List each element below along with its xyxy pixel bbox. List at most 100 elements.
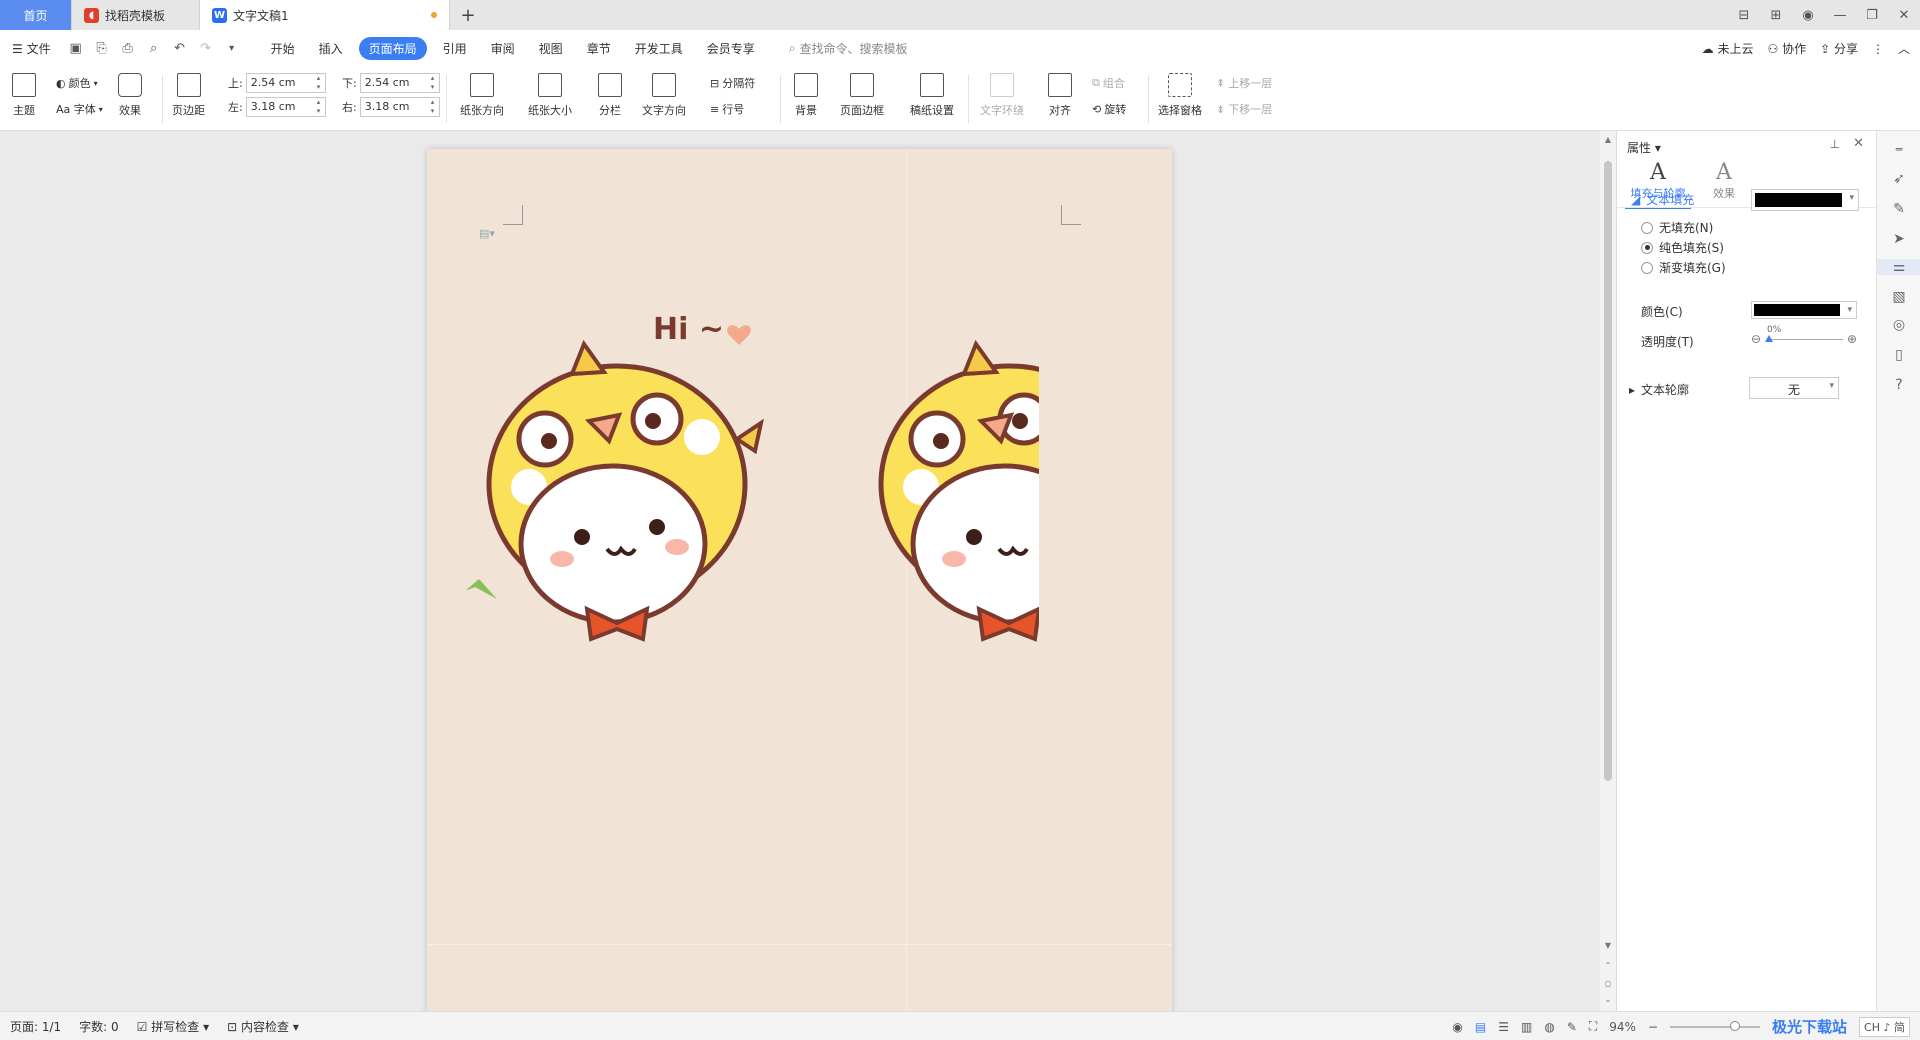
text-fill-color-dropdown[interactable]: [1751, 189, 1859, 211]
preview-icon[interactable]: ⌕: [141, 41, 167, 56]
prev-page-icon[interactable]: ⌃: [1600, 961, 1616, 970]
command-search[interactable]: ⌕ 查找命令、搜索模板: [789, 40, 908, 57]
spell-check-button[interactable]: ☑ 拼写检查 ▾: [137, 1018, 209, 1035]
margin-left-field[interactable]: 左: 3.18 cm: [228, 97, 326, 117]
menu-item-view[interactable]: 视图: [527, 40, 575, 57]
menu-item-member[interactable]: 会员专享: [695, 40, 767, 57]
line-numbers-button[interactable]: ≡ 行号: [710, 101, 744, 117]
margin-top-input[interactable]: 2.54 cm: [245, 73, 326, 93]
ime-indicator[interactable]: CH ♪ 简: [1859, 1016, 1910, 1037]
background-button[interactable]: 背景: [794, 73, 818, 118]
bring-forward-button[interactable]: ⇞ 上移一层: [1216, 75, 1272, 91]
no-fill-radio[interactable]: [1641, 221, 1653, 234]
pointer-icon[interactable]: ➤: [1877, 231, 1920, 247]
menu-item-chapter[interactable]: 章节: [575, 40, 623, 57]
text-outline-dropdown[interactable]: 无 ▾: [1749, 377, 1839, 399]
fit-page-icon[interactable]: ⛶: [1589, 1019, 1597, 1034]
paste-options-icon[interactable]: ▤▾: [479, 227, 495, 240]
avatar[interactable]: ◉: [1792, 8, 1824, 23]
share-button[interactable]: ⇪ 分享: [1820, 40, 1858, 57]
apps-grid-icon[interactable]: ⊞: [1760, 8, 1792, 23]
more-icon[interactable]: ⋮: [1872, 42, 1884, 56]
reading-view-icon[interactable]: ▥: [1521, 1020, 1532, 1034]
text-outline-section-toggle[interactable]: ▸ 文本轮廓: [1629, 381, 1689, 398]
tab-home[interactable]: 首页: [0, 0, 72, 30]
panel-title[interactable]: 属性 ▾: [1627, 139, 1661, 156]
zoom-handle[interactable]: [1730, 1020, 1741, 1031]
menu-item-page-layout[interactable]: 页面布局: [358, 37, 427, 60]
style-icon[interactable]: ▧: [1877, 289, 1920, 305]
columns-button[interactable]: 分栏: [598, 73, 622, 118]
page-indicator[interactable]: 页面: 1/1: [10, 1018, 61, 1035]
select-browse-icon[interactable]: ○: [1600, 979, 1616, 988]
location-icon[interactable]: ◎: [1877, 317, 1920, 333]
menu-item-insert[interactable]: 插入: [307, 40, 355, 57]
properties-icon[interactable]: ⚌: [1877, 259, 1920, 275]
content-check-button[interactable]: ⊡ 内容检查 ▾: [227, 1018, 299, 1035]
web-view-icon[interactable]: ◍: [1544, 1020, 1554, 1034]
font-button[interactable]: Aa 字体 ▾: [56, 101, 103, 117]
rocket-icon[interactable]: ➶: [1877, 171, 1920, 187]
selection-pane-button[interactable]: 选择窗格: [1158, 73, 1202, 118]
margins-button[interactable]: 页边距: [172, 73, 205, 118]
export-icon[interactable]: ⎘: [89, 41, 115, 56]
menu-item-references[interactable]: 引用: [431, 40, 479, 57]
document-page[interactable]: ▤▾ Hi ~: [427, 149, 1172, 1011]
document-area[interactable]: ▤▾ Hi ~: [0, 131, 1600, 1011]
zoom-level[interactable]: 94%: [1609, 1020, 1636, 1034]
theme-button[interactable]: 主题: [12, 73, 36, 118]
help-icon[interactable]: ?: [1877, 377, 1920, 393]
manuscript-button[interactable]: 稿纸设置: [910, 73, 954, 118]
plus-icon[interactable]: ⊕: [1847, 332, 1857, 346]
word-count[interactable]: 字数: 0: [79, 1018, 119, 1035]
redo-icon[interactable]: ↷: [193, 41, 219, 56]
text-direction-button[interactable]: 文字方向: [642, 73, 686, 118]
scroll-down-icon[interactable]: ▼: [1600, 941, 1616, 950]
send-backward-button[interactable]: ⇟ 下移一层: [1216, 101, 1272, 117]
rotate-button[interactable]: ⟲ 旋转: [1092, 101, 1126, 117]
paper-size-button[interactable]: 纸张大小: [528, 73, 572, 118]
layout-icon[interactable]: ⊟: [1728, 8, 1760, 23]
restore-button[interactable]: ❐: [1856, 8, 1888, 23]
minus-icon[interactable]: ⊖: [1751, 332, 1761, 346]
margin-right-input[interactable]: 3.18 cm: [359, 97, 440, 117]
scroll-up-icon[interactable]: ▲: [1600, 135, 1616, 144]
save-icon[interactable]: ▣: [63, 41, 89, 56]
minimize-button[interactable]: —: [1824, 8, 1856, 23]
new-tab-button[interactable]: +: [450, 0, 486, 30]
fill-color-dropdown[interactable]: [1751, 301, 1857, 319]
next-page-icon[interactable]: ⌄: [1600, 995, 1616, 1004]
zoom-slider[interactable]: [1670, 1020, 1761, 1031]
group-button[interactable]: ⧉ 组合: [1092, 75, 1125, 91]
zoom-out-icon[interactable]: −: [1648, 1020, 1658, 1034]
collapse-ribbon-icon[interactable]: ︿: [1898, 40, 1910, 57]
panel-close-icon[interactable]: ✕: [1853, 136, 1864, 151]
transparency-slider[interactable]: ⊖ 0% ⊕: [1751, 325, 1861, 349]
solid-fill-radio[interactable]: [1641, 241, 1653, 254]
pen-icon[interactable]: ✎: [1877, 201, 1920, 217]
more-chevron-icon[interactable]: ▾: [219, 43, 245, 54]
margin-bottom-input[interactable]: 2.54 cm: [359, 73, 440, 93]
chick-sticker-image-copy[interactable]: [859, 309, 1039, 659]
undo-icon[interactable]: ↶: [167, 41, 193, 56]
gradient-fill-option[interactable]: 渐变填充(G): [1641, 259, 1726, 276]
align-button[interactable]: 对齐: [1048, 73, 1072, 118]
cloud-button[interactable]: ☁ 未上云: [1702, 40, 1754, 57]
print-icon[interactable]: ⎙: [115, 41, 141, 56]
book-icon[interactable]: ▯: [1877, 347, 1920, 363]
margin-left-input[interactable]: 3.18 cm: [245, 97, 326, 117]
orientation-button[interactable]: 纸张方向: [460, 73, 504, 118]
no-fill-option[interactable]: 无填充(N): [1641, 219, 1713, 236]
page-view-icon[interactable]: ▤: [1475, 1020, 1486, 1034]
gradient-fill-radio[interactable]: [1641, 261, 1653, 274]
write-view-icon[interactable]: ✎: [1567, 1020, 1577, 1034]
menu-item-developer[interactable]: 开发工具: [623, 40, 695, 57]
breaks-button[interactable]: ⊟ 分隔符: [710, 75, 755, 91]
pin-icon[interactable]: ⊥: [1830, 137, 1840, 151]
text-fill-section-toggle[interactable]: ◢ 文本填充: [1631, 191, 1694, 208]
color-button[interactable]: ◐ 颜色 ▾: [56, 75, 98, 91]
outline-view-icon[interactable]: ☰: [1498, 1020, 1509, 1034]
margin-right-field[interactable]: 右: 3.18 cm: [342, 97, 440, 117]
margin-bottom-field[interactable]: 下: 2.54 cm: [342, 73, 440, 93]
effect-button[interactable]: 效果: [118, 73, 142, 118]
